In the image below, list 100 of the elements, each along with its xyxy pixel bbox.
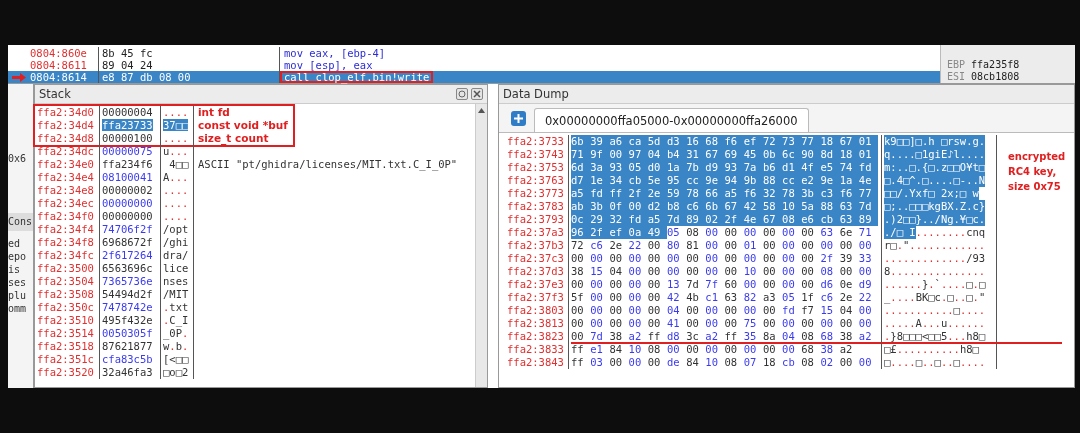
- ascii-selected: q....□1giE♪l....: [884, 148, 986, 161]
- hex-byte: 00: [705, 343, 719, 356]
- hex-byte: 00: [571, 330, 585, 343]
- hex-byte: 18: [820, 135, 835, 148]
- stack-value[interactable]: 87621877: [102, 340, 153, 352]
- hex-byte: 39: [590, 135, 604, 148]
- stack-value[interactable]: 7365736e: [102, 275, 153, 287]
- hex-byte: 32: [762, 187, 777, 200]
- stack-value[interactable]: 00000000: [102, 210, 153, 222]
- stack-value[interactable]: cfa83c5b: [102, 353, 153, 365]
- stack-value[interactable]: 2f617264: [102, 249, 153, 261]
- hex-byte: 72: [571, 239, 585, 252]
- restore-button[interactable]: [456, 88, 468, 100]
- stack-value[interactable]: 08100041: [102, 171, 153, 183]
- hex-byte: 45: [743, 148, 758, 161]
- hex-byte: 00: [647, 317, 662, 330]
- hex-byte: 78: [686, 187, 700, 200]
- hex-byte: fd: [858, 161, 873, 174]
- hex-byte: 3b: [801, 187, 815, 200]
- hex-byte: c6: [590, 239, 604, 252]
- hex-byte: 08: [782, 213, 796, 226]
- hex-byte: d8: [666, 330, 681, 343]
- annotation-note: int fd: [197, 106, 230, 119]
- hex-byte: 00: [628, 356, 643, 369]
- hex-byte: 7d: [590, 330, 604, 343]
- hex-byte: 00: [705, 304, 719, 317]
- hex-byte: 42: [666, 291, 681, 304]
- stack-address: ffa2:34d0: [35, 106, 100, 119]
- dump-address: ffa2:37a3: [499, 226, 569, 239]
- hex-byte: 00: [628, 252, 643, 265]
- scrollbar[interactable]: [475, 104, 487, 387]
- hex-byte: 63: [820, 226, 835, 239]
- hex-byte: 00: [820, 239, 835, 252]
- stack-value[interactable]: 00000002: [102, 184, 153, 196]
- hex-byte: 80: [666, 239, 681, 252]
- side-panel-tab[interactable]: Cons: [8, 213, 33, 231]
- hex-byte: 00: [590, 252, 604, 265]
- stack-value[interactable]: 54494d2f: [102, 288, 153, 300]
- hex-byte: 05: [782, 291, 796, 304]
- stack-value[interactable]: 00000075: [102, 145, 153, 157]
- stack-ascii: ....: [163, 210, 189, 222]
- memory-range-tab[interactable]: 0x00000000ffa05000-0x00000000ffa26000: [534, 108, 809, 132]
- add-tab-button[interactable]: [511, 111, 526, 126]
- stack-value[interactable]: 00000004: [102, 106, 153, 118]
- dump-address: ffa2:37e3: [499, 278, 569, 291]
- register-value: ffa235f8: [971, 59, 1020, 71]
- hex-byte: 95: [666, 174, 681, 187]
- stack-value[interactable]: 6968672f: [102, 236, 153, 248]
- stack-value[interactable]: 00000100: [102, 132, 153, 144]
- ascii-text: .....A...u......: [884, 317, 986, 330]
- hex-byte: 00: [647, 252, 662, 265]
- hex-byte: 9f: [590, 148, 604, 161]
- hex-byte: 5f: [571, 291, 585, 304]
- hex-byte: 22: [628, 239, 643, 252]
- current-instruction-row[interactable]: 0804:8614 e8 87 db 08 00 call clop_elf.bin!write: [8, 71, 940, 83]
- hex-byte: 6b: [705, 200, 719, 213]
- stack-value[interactable]: 32a46fa3: [102, 366, 153, 378]
- hex-byte: b4: [666, 148, 681, 161]
- hex-byte: 00: [666, 265, 681, 278]
- hex-byte: c6: [820, 291, 835, 304]
- stack-value[interactable]: 7478742e: [102, 301, 153, 313]
- stack-value[interactable]: 6563696c: [102, 262, 153, 274]
- hex-byte: 00: [782, 226, 796, 239]
- hex-byte: 38: [609, 330, 624, 343]
- side-panel-text: epo: [8, 250, 28, 263]
- hex-byte: 41: [666, 317, 681, 330]
- ascii-text: □£..........h8□: [884, 343, 979, 356]
- stack-value[interactable]: 0050305f: [102, 327, 153, 339]
- close-icon: [473, 90, 481, 98]
- stack-value[interactable]: 495f432e: [102, 314, 153, 326]
- stack-ascii: ....: [163, 184, 189, 196]
- stack-ascii: ....: [163, 132, 189, 144]
- hex-byte: a5: [647, 213, 662, 226]
- stack-value[interactable]: 74706f2f: [102, 223, 153, 235]
- hex-byte: 00: [590, 291, 604, 304]
- hex-byte: 00: [762, 317, 777, 330]
- hex-byte: a2: [839, 343, 854, 356]
- close-button[interactable]: [471, 88, 483, 100]
- hex-byte: 00: [705, 239, 719, 252]
- stack-value[interactable]: ffa23733: [102, 119, 153, 131]
- hex-byte: 00: [686, 304, 700, 317]
- hex-byte: 00: [782, 278, 796, 291]
- hex-byte: 00: [858, 265, 873, 278]
- hex-byte: 1e: [590, 174, 604, 187]
- hex-byte: 00: [782, 343, 796, 356]
- hex-byte: a6: [609, 135, 624, 148]
- hex-byte: 05: [628, 161, 643, 174]
- stack-value[interactable]: 00000000: [102, 197, 153, 209]
- ascii-text: ........cnq: [915, 226, 986, 239]
- stack-ascii: .txt: [163, 301, 189, 313]
- stack-value[interactable]: ffa234f6: [102, 158, 153, 170]
- hex-byte: 77: [858, 187, 873, 200]
- hex-byte: 38: [571, 265, 585, 278]
- hex-byte: d0: [647, 161, 662, 174]
- hex-byte: 00: [571, 278, 585, 291]
- ascii-selected: k9□□]□.h □rsw.g.: [884, 135, 986, 148]
- hex-byte: 0c: [571, 213, 585, 226]
- side-panel-text: ses: [8, 276, 28, 289]
- hex-byte: 7b: [686, 161, 700, 174]
- stack-ascii: A...: [163, 171, 189, 183]
